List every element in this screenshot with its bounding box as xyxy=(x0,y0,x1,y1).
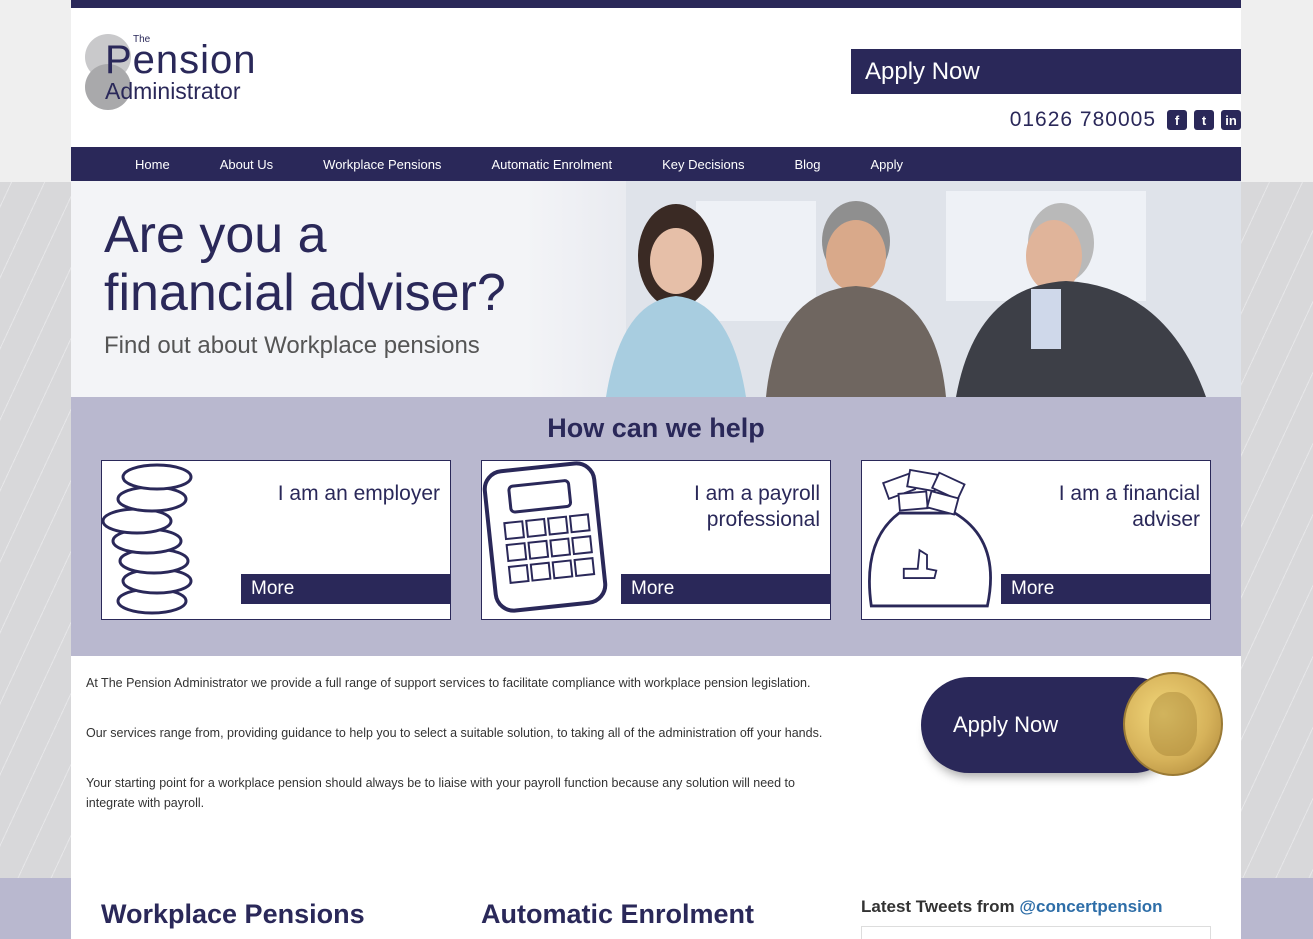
intro-text: At The Pension Administrator we provide … xyxy=(86,673,826,843)
calculator-icon xyxy=(482,461,608,613)
latest-tweets-heading: Latest Tweets from @concertpension xyxy=(861,897,1163,917)
site-logo[interactable]: The Pension Administrator xyxy=(85,30,285,112)
contact-bar: 01626 780005 f t in xyxy=(1010,106,1241,134)
card-adviser[interactable]: I am a financial adviser More xyxy=(861,460,1211,620)
twitter-icon[interactable]: t xyxy=(1194,110,1214,130)
automatic-enrolment-heading: Automatic Enrolment xyxy=(481,899,755,929)
money-bag-icon xyxy=(868,468,992,608)
nav-workplace-pensions[interactable]: Workplace Pensions xyxy=(323,157,441,172)
hero-heading-line2: financial adviser? xyxy=(104,264,506,322)
tweets-prefix: Latest Tweets from xyxy=(861,897,1015,916)
pound-coin-icon xyxy=(1123,672,1223,776)
hero-banner[interactable]: Are you a financial adviser? Find out ab… xyxy=(71,181,1241,397)
facebook-icon[interactable]: f xyxy=(1167,110,1187,130)
coin-portrait xyxy=(1149,692,1197,756)
nav-automatic-enrolment[interactable]: Automatic Enrolment xyxy=(491,157,612,172)
logo-pension: Pension xyxy=(105,38,257,82)
page-container: The Pension Administrator Apply Now 0162… xyxy=(71,0,1241,939)
hero-people-illustration xyxy=(606,181,1241,397)
linkedin-icon[interactable]: in xyxy=(1221,110,1241,130)
card-employer-text: I am an employer xyxy=(277,482,440,505)
card-employer[interactable]: I am an employer More xyxy=(101,460,451,620)
tweet-feed-box xyxy=(861,926,1211,939)
card-employer-more-button[interactable]: More xyxy=(241,574,450,604)
hero-photo xyxy=(526,181,1241,397)
help-section: How can we help I am an employer More I … xyxy=(71,397,1241,656)
intro-paragraph-3: Your starting point for a workplace pens… xyxy=(86,776,795,810)
nav-about-us[interactable]: About Us xyxy=(220,157,273,172)
intro-paragraph-1: At The Pension Administrator we provide … xyxy=(86,676,811,690)
nav-apply[interactable]: Apply xyxy=(871,157,904,172)
hero-subheading: Find out about Workplace pensions xyxy=(104,332,480,359)
nav-home[interactable]: Home xyxy=(135,157,170,172)
apply-now-button[interactable]: Apply Now xyxy=(851,49,1241,94)
main-nav: Home About Us Workplace Pensions Automat… xyxy=(71,147,1241,181)
top-accent-bar xyxy=(71,0,1241,8)
card-payroll-more-button[interactable]: More xyxy=(621,574,830,604)
help-title: How can we help xyxy=(547,413,765,443)
card-payroll[interactable]: I am a payroll professional More xyxy=(481,460,831,620)
card-adviser-text: I am a financial adviser xyxy=(1058,482,1200,531)
twitter-handle-link[interactable]: @concertpension xyxy=(1019,897,1162,916)
nav-blog[interactable]: Blog xyxy=(794,157,820,172)
phone-number[interactable]: 01626 780005 xyxy=(1010,108,1156,132)
hero-heading-line1: Are you a xyxy=(104,206,327,264)
coins-icon xyxy=(102,463,193,615)
card-payroll-text: I am a payroll professional xyxy=(693,482,820,531)
nav-key-decisions[interactable]: Key Decisions xyxy=(662,157,744,172)
logo-administrator: Administrator xyxy=(105,78,241,104)
card-adviser-more-button[interactable]: More xyxy=(1001,574,1210,604)
workplace-pensions-heading: Workplace Pensions xyxy=(101,899,365,929)
intro-paragraph-2: Our services range from, providing guida… xyxy=(86,726,823,740)
